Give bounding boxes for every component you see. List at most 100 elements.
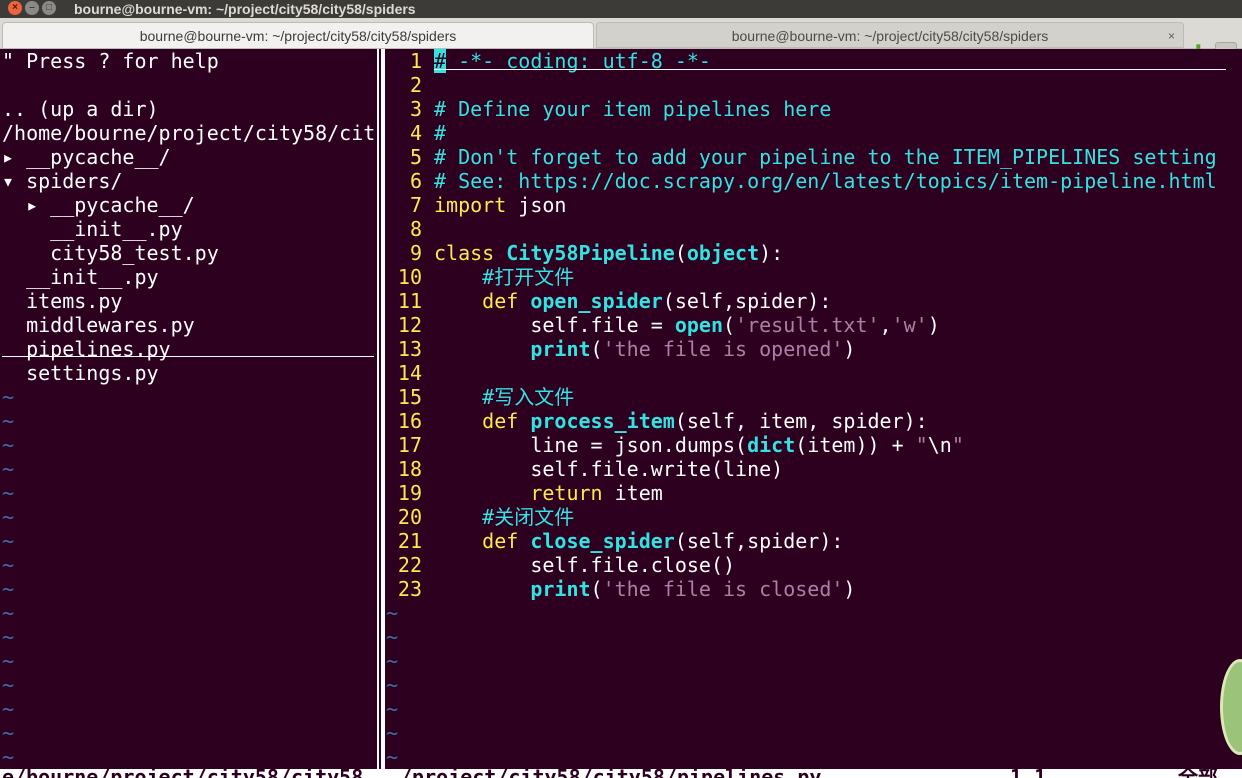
code-line-19[interactable]: return item bbox=[434, 481, 663, 505]
code-line-13[interactable]: print('the file is opened') bbox=[434, 337, 855, 361]
code-token: 'the file is closed' bbox=[602, 577, 844, 601]
editor-empty-line: ~ bbox=[386, 649, 399, 673]
tab-terminal-1[interactable]: bourne@bourne-vm: ~/project/city58/city5… bbox=[2, 22, 594, 48]
code-line-21[interactable]: def close_spider(self,spider): bbox=[434, 529, 843, 553]
code-line-22[interactable]: self.file.close() bbox=[434, 553, 735, 577]
code-line-10[interactable]: #打开文件 bbox=[434, 265, 574, 289]
close-window-button[interactable]: × bbox=[8, 1, 22, 15]
tree-up-dir[interactable]: .. (up a dir) bbox=[2, 97, 159, 121]
code-token: (self, item, spider): bbox=[674, 409, 928, 433]
tree-item-settings[interactable]: settings.py bbox=[2, 361, 158, 385]
editor-empty-line: ~ bbox=[386, 625, 399, 649]
tree-empty-line: ~ bbox=[2, 577, 15, 601]
tree-empty-line: ~ bbox=[2, 457, 15, 481]
line-number: 14 bbox=[397, 361, 422, 385]
editor-empty-line: ~ bbox=[386, 697, 399, 721]
tab-label: bourne@bourne-vm: ~/project/city58/city5… bbox=[139, 28, 457, 44]
terminal-area[interactable]: " Press ? for help .. (up a dir) /home/b… bbox=[0, 49, 1242, 778]
code-token: print bbox=[434, 577, 591, 601]
code-token: ( bbox=[590, 337, 603, 361]
code-token: , bbox=[879, 313, 892, 337]
tree-empty-line: ~ bbox=[2, 745, 15, 769]
code-token: City58Pipeline bbox=[506, 241, 675, 265]
editor-empty-line: ~ bbox=[386, 745, 399, 769]
code-line-18[interactable]: self.file.write(line) bbox=[434, 457, 783, 481]
code-token: return bbox=[434, 481, 603, 505]
editor-empty-line: ~ bbox=[386, 673, 399, 697]
tab-bar: bourne@bourne-vm: ~/project/city58/city5… bbox=[0, 18, 1242, 62]
code-token: line = json.dumps( bbox=[434, 433, 748, 457]
editor-cursorline bbox=[434, 69, 1226, 70]
line-number: 11 bbox=[397, 289, 422, 313]
window-titlebar: × – □ bourne@bourne-vm: ~/project/city58/c… bbox=[0, 0, 1242, 18]
tree-empty-line: ~ bbox=[2, 553, 15, 577]
line-number: 3 bbox=[409, 97, 422, 121]
line-number: 18 bbox=[397, 457, 422, 481]
line-number: 13 bbox=[397, 337, 422, 361]
statusline-file-path: /project/city58/city58/pipelines.py bbox=[400, 769, 821, 778]
code-line-6[interactable]: # See: https://doc.scrapy.org/en/latest/… bbox=[434, 169, 1217, 193]
code-line-11[interactable]: def open_spider(self,spider): bbox=[434, 289, 831, 313]
code-token: 'w' bbox=[891, 313, 928, 337]
code-token: ): bbox=[759, 241, 784, 265]
code-line-3[interactable]: # Define your item pipelines here bbox=[434, 97, 831, 121]
line-number: 19 bbox=[397, 481, 422, 505]
tree-item-pipelines[interactable]: pipelines.py bbox=[2, 337, 171, 361]
line-number: 15 bbox=[397, 385, 422, 409]
close-tab-icon[interactable]: × bbox=[1168, 23, 1175, 49]
code-token: dict bbox=[747, 433, 796, 457]
editor-empty-line: ~ bbox=[386, 721, 399, 745]
tree-item-spiders-pycache[interactable]: ▸ __pycache__/ bbox=[2, 193, 195, 217]
tree-empty-line: ~ bbox=[2, 721, 15, 745]
tree-item-items[interactable]: items.py bbox=[2, 289, 122, 313]
tree-empty-line: ~ bbox=[2, 601, 15, 625]
maximize-window-button[interactable]: □ bbox=[42, 1, 56, 15]
vertical-split-divider[interactable] bbox=[377, 49, 385, 778]
code-token: def bbox=[434, 409, 519, 433]
line-number: 4 bbox=[409, 121, 422, 145]
tree-cwd: /home/bourne/project/city58/cit bbox=[2, 121, 376, 145]
code-token: ) bbox=[927, 313, 940, 337]
code-token: class bbox=[434, 241, 495, 265]
tree-empty-line: ~ bbox=[2, 481, 15, 505]
tree-empty-line: ~ bbox=[2, 697, 15, 721]
code-token: item bbox=[602, 481, 663, 505]
code-token: def bbox=[434, 529, 519, 553]
code-line-17[interactable]: line = json.dumps(dict(item)) + "\n" bbox=[434, 433, 964, 457]
code-line-16[interactable]: def process_item(self, item, spider): bbox=[434, 409, 928, 433]
tree-item-spiders[interactable]: ▾ spiders/ bbox=[2, 169, 122, 193]
tree-item-pycache[interactable]: ▸ __pycache__/ bbox=[2, 145, 171, 169]
line-number: 21 bbox=[397, 529, 422, 553]
line-number: 12 bbox=[397, 313, 422, 337]
statusline-scroll-indicator: 全部 bbox=[1178, 769, 1218, 778]
line-number: 5 bbox=[409, 145, 422, 169]
minimize-window-button[interactable]: – bbox=[25, 1, 39, 15]
floating-bubble-icon[interactable] bbox=[1220, 659, 1242, 755]
code-token: import bbox=[434, 193, 507, 217]
code-token: ( bbox=[674, 241, 687, 265]
code-line-9[interactable]: class City58Pipeline(object): bbox=[434, 241, 783, 265]
code-line-15[interactable]: #写入文件 bbox=[434, 385, 574, 409]
tree-item-init[interactable]: __init__.py bbox=[2, 265, 158, 289]
tree-item-middlewares[interactable]: middlewares.py bbox=[2, 313, 195, 337]
line-number: 7 bbox=[409, 193, 422, 217]
code-token: object bbox=[686, 241, 760, 265]
code-line-12[interactable]: self.file = open('result.txt','w') bbox=[434, 313, 940, 337]
code-line-7[interactable]: import json bbox=[434, 193, 566, 217]
tree-cursorline bbox=[2, 356, 374, 357]
line-number: 23 bbox=[397, 577, 422, 601]
code-token: open bbox=[674, 313, 723, 337]
tree-item-spiders-init[interactable]: __init__.py bbox=[2, 217, 182, 241]
tree-item-city58-test[interactable]: city58_test.py bbox=[2, 241, 219, 265]
code-token: ( bbox=[723, 313, 736, 337]
code-token: def bbox=[434, 289, 519, 313]
code-line-23[interactable]: print('the file is closed') bbox=[434, 577, 855, 601]
code-token: 'the file is opened' bbox=[602, 337, 844, 361]
tab-terminal-2[interactable]: bourne@bourne-vm: ~/project/city58/city5… bbox=[596, 22, 1184, 48]
code-line-20[interactable]: #关闭文件 bbox=[434, 505, 574, 529]
line-number: 8 bbox=[409, 217, 422, 241]
code-token: ) bbox=[843, 337, 856, 361]
code-line-5[interactable]: # Don't forget to add your pipeline to t… bbox=[434, 145, 1217, 169]
code-line-4[interactable]: # bbox=[434, 121, 446, 145]
code-token: json bbox=[506, 193, 567, 217]
